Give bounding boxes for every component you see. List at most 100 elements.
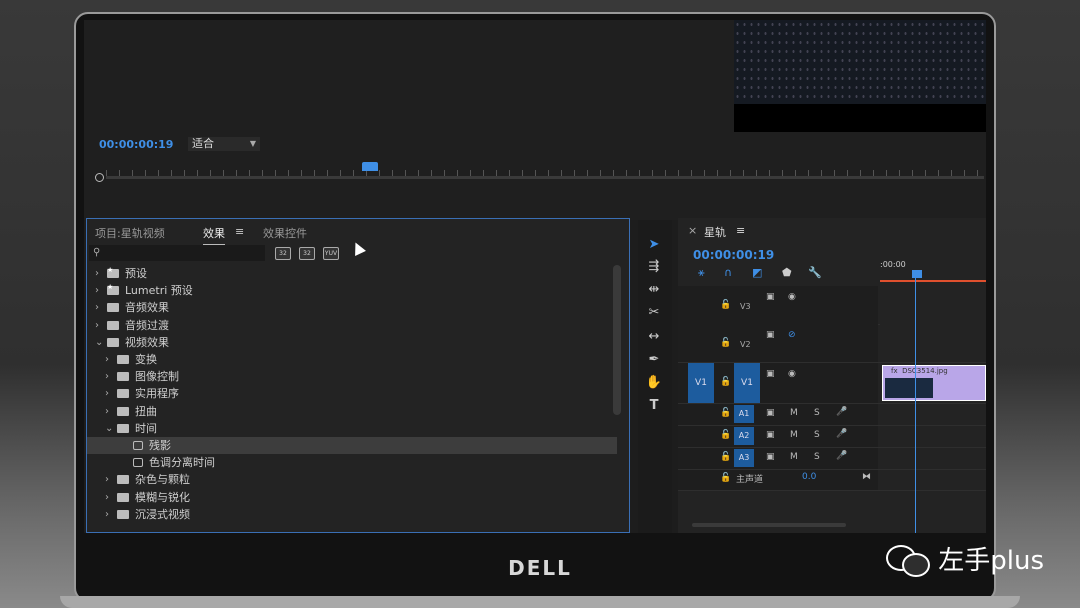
master-volume-value[interactable]: 0.0 <box>802 472 816 482</box>
track-lane[interactable] <box>880 324 986 362</box>
eye-icon[interactable]: ◉ <box>788 292 796 302</box>
chevron-right-icon[interactable]: › <box>95 265 99 282</box>
chevron-right-icon[interactable]: › <box>105 506 109 523</box>
tab-effect-controls[interactable]: 效果控件 <box>263 225 307 241</box>
sync-icon[interactable]: ▣ <box>766 330 775 340</box>
effects-folder[interactable]: › 沉浸式视频 <box>87 506 617 523</box>
track-lane[interactable] <box>880 470 986 490</box>
microphone-icon[interactable]: 🎤 <box>836 451 847 461</box>
effects-folder[interactable]: › 变换 <box>87 351 617 368</box>
chevron-right-icon[interactable]: › <box>95 299 99 316</box>
chevron-right-icon[interactable]: › <box>105 385 109 402</box>
timeline-playhead-handle[interactable] <box>912 270 922 278</box>
chevron-right-icon[interactable]: › <box>105 368 109 385</box>
add-marker-icon[interactable]: ⬟ <box>782 266 792 279</box>
chevron-right-icon[interactable]: › <box>95 282 99 299</box>
effects-folder[interactable]: › 扭曲 <box>87 403 617 420</box>
solo-button[interactable]: S <box>814 408 820 418</box>
program-timecode[interactable]: 00:00:00:19 <box>99 138 173 151</box>
type-tool-icon[interactable]: T <box>645 397 663 415</box>
accelerated-effects-button[interactable]: 32 <box>275 247 291 260</box>
chevron-down-icon[interactable]: ⌄ <box>95 334 103 351</box>
effects-folder[interactable]: › 音频过渡 <box>87 317 617 334</box>
panel-menu-icon[interactable]: ≡ <box>235 225 244 238</box>
sync-icon[interactable]: ▣ <box>766 408 775 418</box>
effects-folder[interactable]: › 实用程序 <box>87 385 617 402</box>
sequence-tab[interactable]: 星轨 <box>704 224 726 240</box>
nest-icon[interactable]: ⚹ <box>698 266 705 280</box>
effects-folder[interactable]: › Lumetri 预设 <box>87 279 617 299</box>
timeline-menu-icon[interactable]: ≡ <box>736 224 745 237</box>
pen-tool-icon[interactable]: ✒ <box>645 351 663 369</box>
sync-icon[interactable]: ▣ <box>766 430 775 440</box>
lock-icon[interactable]: 🔓 <box>720 430 731 440</box>
lock-icon[interactable]: 🔓 <box>720 377 731 387</box>
track-target-a2[interactable]: A2 <box>734 427 754 445</box>
razor-tool-icon[interactable]: ✂ <box>645 304 663 322</box>
close-icon[interactable]: × <box>688 224 697 237</box>
program-playhead[interactable] <box>362 162 378 171</box>
effects-folder[interactable]: › 杂色与颗粒 <box>87 471 617 488</box>
effects-folder[interactable]: ⌄ 视频效果 <box>87 334 617 351</box>
timeline-ruler[interactable]: :00:00 <box>880 260 986 284</box>
lock-icon[interactable]: 🔓 <box>720 338 731 348</box>
effects-folder[interactable]: › 模糊与锐化 <box>87 489 617 506</box>
mute-button[interactable]: M <box>790 430 798 440</box>
sync-icon[interactable]: ▣ <box>766 292 775 302</box>
microphone-icon[interactable]: 🎤 <box>836 407 847 417</box>
track-lane[interactable] <box>880 426 986 447</box>
zoom-handle-icon[interactable] <box>95 173 104 182</box>
timeline-clip[interactable]: fx DSC3514.jpg <box>882 365 986 401</box>
chevron-right-icon[interactable]: › <box>105 403 109 420</box>
lock-icon[interactable]: 🔓 <box>720 300 731 310</box>
snap-icon[interactable]: ∩ <box>724 266 732 279</box>
go-to-in-out-icon[interactable]: ⧓ <box>862 472 871 482</box>
timeline-timecode[interactable]: 00:00:00:19 <box>693 248 774 262</box>
timeline-playhead-line[interactable] <box>915 278 916 533</box>
settings-wrench-icon[interactable]: 🔧 <box>808 266 822 279</box>
mute-button[interactable]: M <box>790 408 798 418</box>
source-patch-v1[interactable]: V1 <box>688 363 714 403</box>
32bit-effects-button[interactable]: 32 <box>299 247 315 260</box>
microphone-icon[interactable]: 🎤 <box>836 429 847 439</box>
track-target-v1[interactable]: V1 <box>734 363 760 403</box>
fit-dropdown[interactable]: 适合 ▼ <box>188 137 260 151</box>
chevron-right-icon[interactable]: › <box>105 489 109 506</box>
chevron-right-icon[interactable]: › <box>105 471 109 488</box>
track-lane[interactable] <box>880 404 986 425</box>
timeline-horizontal-scrollbar[interactable] <box>692 523 846 527</box>
tab-project[interactable]: 项目:星轨视频 <box>95 225 165 241</box>
sync-icon[interactable]: ▣ <box>766 369 775 379</box>
eye-hidden-icon[interactable]: ⊘ <box>788 330 796 340</box>
hand-tool-icon[interactable]: ✋ <box>645 374 663 392</box>
effects-folder[interactable]: ⌄ 时间 <box>87 420 617 437</box>
chevron-down-icon[interactable]: ⌄ <box>105 420 113 437</box>
work-area-bar[interactable] <box>880 280 986 282</box>
slip-tool-icon[interactable]: ↔ <box>645 328 663 346</box>
effects-scrollbar[interactable] <box>613 265 621 415</box>
lock-icon[interactable]: 🔓 <box>720 408 731 418</box>
solo-button[interactable]: S <box>814 452 820 462</box>
track-target-a3[interactable]: A3 <box>734 449 754 467</box>
effects-folder[interactable]: › 图像控制 <box>87 368 617 385</box>
solo-button[interactable]: S <box>814 430 820 440</box>
yuv-effects-button[interactable]: YUV <box>323 247 339 260</box>
effect-item[interactable]: 色调分离时间 <box>87 454 617 471</box>
eye-icon[interactable]: ◉ <box>788 369 796 379</box>
track-lane[interactable] <box>880 448 986 469</box>
effects-folder[interactable]: › 音频效果 <box>87 299 617 316</box>
ripple-edit-tool-icon[interactable]: ⇹ <box>645 281 663 299</box>
chevron-right-icon[interactable]: › <box>95 317 99 334</box>
chevron-right-icon[interactable]: › <box>105 351 109 368</box>
lock-icon[interactable]: 🔓 <box>720 473 731 483</box>
track-select-tool-icon[interactable]: ⇶ <box>645 258 663 276</box>
effects-search-input[interactable]: ⚲ <box>89 245 265 261</box>
sync-icon[interactable]: ▣ <box>766 452 775 462</box>
effects-folder[interactable]: › 预设 <box>87 262 617 282</box>
mute-button[interactable]: M <box>790 452 798 462</box>
tab-effects[interactable]: 效果 <box>203 225 225 246</box>
selection-tool-icon[interactable]: ➤ <box>645 236 663 254</box>
linked-selection-icon[interactable]: ◩ <box>752 266 762 279</box>
lock-icon[interactable]: 🔓 <box>720 452 731 462</box>
track-target-a1[interactable]: A1 <box>734 405 754 423</box>
